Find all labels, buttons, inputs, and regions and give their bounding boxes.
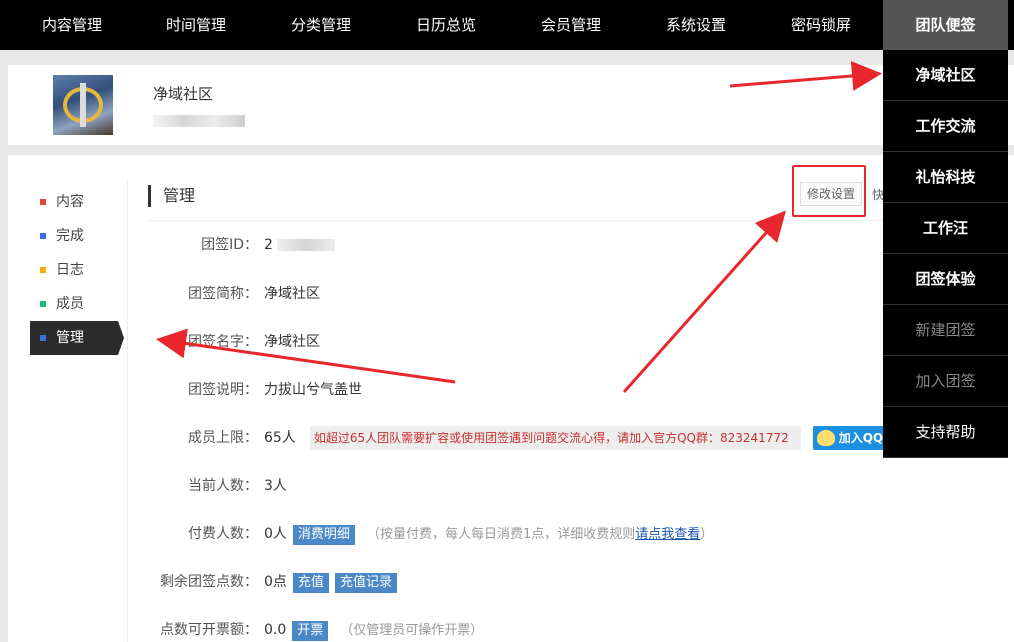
view-rules-link[interactable]: 请点我查看	[635, 527, 700, 542]
nav-item-lock[interactable]: 密码锁屏	[766, 0, 876, 50]
divider	[148, 220, 888, 221]
field-row-paid: 付费人数： 0人 消费明细 （按量付费，每人每日消费1点，详细收费规则请点我查看）	[8, 522, 908, 546]
nav-item-settings[interactable]: 系统设置	[641, 0, 751, 50]
field-row-current: 当前人数： 3人	[8, 474, 908, 498]
team-id-value: 2	[264, 233, 335, 257]
team-name: 净域社区	[153, 85, 214, 103]
recharge-button[interactable]: 充值	[292, 573, 329, 593]
paid-value-group: 0人 消费明细 （按量付费，每人每日消费1点，详细收费规则请点我查看）	[264, 522, 713, 547]
field-row-short-name: 团签简称： 净域社区	[8, 282, 908, 306]
field-row-name: 团签名字： 净域社区	[8, 330, 908, 354]
team-header: 净域社区	[8, 65, 1014, 145]
field-row-id: 团签ID： 2	[8, 233, 908, 257]
sidebar-item-label: 内容	[56, 194, 84, 210]
dropdown-item-join-team[interactable]: 加入团签	[883, 356, 1008, 407]
field-row-desc: 团签说明： 力拔山兮气盖世	[8, 378, 908, 402]
current-value: 3人	[264, 478, 287, 494]
field-label: 团签简称：	[188, 286, 258, 302]
field-label: 成员上限：	[188, 430, 258, 446]
invoice-note: （仅管理员可操作开票）	[340, 623, 484, 638]
field-label: 当前人数：	[188, 478, 258, 494]
field-label: 团签说明：	[188, 382, 258, 398]
dropdown-item-new-team[interactable]: 新建团签	[883, 305, 1008, 356]
dropdown-item-gongzuowang[interactable]: 工作汪	[883, 203, 1008, 254]
consumption-detail-button[interactable]: 消费明细	[292, 525, 355, 545]
dropdown-item-jingyu[interactable]: 净域社区	[883, 50, 1008, 101]
bullet-icon	[40, 199, 46, 205]
team-subtitle-blurred	[153, 115, 245, 127]
points-value: 0点	[264, 574, 287, 590]
points-value-group: 0点 充值 充值记录	[264, 570, 397, 594]
desc-value: 力拔山兮气盖世	[264, 382, 362, 398]
dropdown-item-liyi-tech[interactable]: 礼怡科技	[883, 152, 1008, 203]
nav-item-category[interactable]: 分类管理	[266, 0, 376, 50]
paid-note: （按量付费，每人每日消费1点，详细收费规则请点我查看）	[366, 527, 714, 542]
field-label: 付费人数：	[188, 526, 258, 542]
field-label: 点数可开票额：	[160, 622, 258, 638]
top-nav: 内容管理 时间管理 分类管理 日历总览 会员管理 系统设置 密码锁屏 团队便签	[0, 0, 1014, 50]
nav-item-time[interactable]: 时间管理	[141, 0, 251, 50]
bullet-icon	[40, 267, 46, 273]
dropdown-item-work-exchange[interactable]: 工作交流	[883, 101, 1008, 152]
section-title: 管理	[148, 185, 195, 207]
qq-icon	[816, 430, 835, 446]
sidebar-item-label: 日志	[56, 262, 84, 278]
field-row-limit: 成员上限： 65人 如超过65人团队需要扩容或使用团签遇到问题交流心得，请加入官方…	[8, 426, 1014, 450]
paid-value: 0人	[264, 526, 287, 542]
invoice-value: 0.0	[264, 622, 287, 638]
field-label: 剩余团签点数：	[160, 574, 258, 590]
name-value: 净域社区	[264, 334, 320, 350]
field-row-points: 剩余团签点数： 0点 充值 充值记录	[8, 570, 908, 594]
field-label: 团签ID：	[201, 237, 258, 253]
team-dropdown-menu: 净域社区 工作交流 礼怡科技 工作汪 团签体验 新建团签 加入团签 支持帮助	[883, 50, 1008, 458]
invoice-value-group: 0.0 开票 （仅管理员可操作开票）	[264, 618, 483, 642]
main-panel: 内容 完成 日志 成员 管理 管理 修改设置 快 团签ID： 2 团签简称： 净…	[8, 155, 1014, 642]
nav-item-members[interactable]: 会员管理	[516, 0, 626, 50]
blurred-id	[276, 239, 335, 251]
limit-notice: 如超过65人团队需要扩容或使用团签遇到问题交流心得，请加入官方QQ群：82324…	[309, 426, 801, 450]
limit-value-group: 65人 如超过65人团队需要扩容或使用团签遇到问题交流心得，请加入官方QQ群：82…	[264, 426, 902, 450]
nav-item-calendar[interactable]: 日历总览	[391, 0, 501, 50]
recharge-log-button[interactable]: 充值记录	[334, 573, 397, 593]
team-logo	[53, 75, 113, 135]
invoice-button[interactable]: 开票	[292, 621, 329, 641]
short-name-value: 净域社区	[264, 286, 320, 302]
limit-value: 65人	[264, 430, 296, 446]
dropdown-item-trial[interactable]: 团签体验	[883, 254, 1008, 305]
sidebar-item-content[interactable]: 内容	[30, 185, 130, 219]
nav-item-content[interactable]: 内容管理	[17, 0, 127, 50]
field-row-invoice: 点数可开票额： 0.0 开票 （仅管理员可操作开票）	[8, 618, 908, 642]
field-label: 团签名字：	[188, 334, 258, 350]
annotation-highlight-box	[792, 165, 866, 217]
nav-item-team-notes[interactable]: 团队便签	[883, 0, 1008, 50]
dropdown-item-help[interactable]: 支持帮助	[883, 407, 1008, 458]
